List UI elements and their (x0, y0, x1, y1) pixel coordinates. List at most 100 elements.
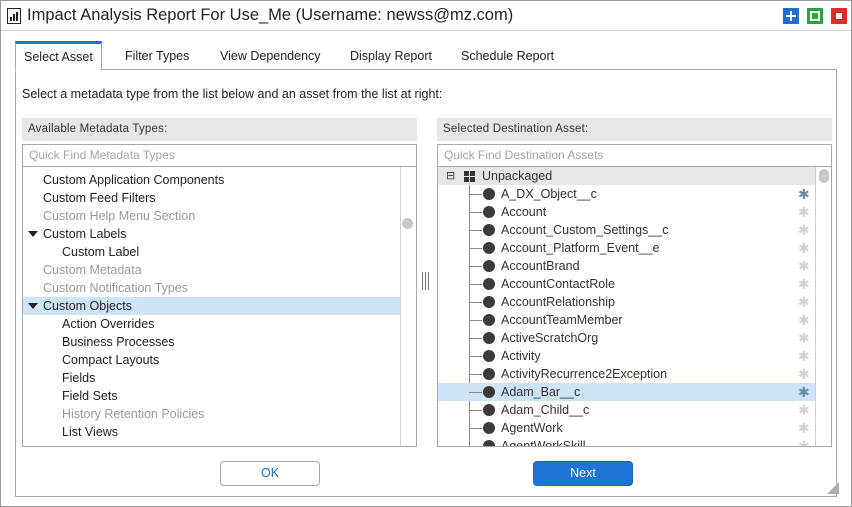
destination-asset-item[interactable]: A_DX_Object__c ✱ (438, 185, 815, 203)
object-bullet-icon (483, 350, 495, 362)
collapse-toggle-icon[interactable]: ⊟ (446, 167, 455, 185)
tree-root-label: Unpackaged (482, 169, 553, 183)
tree-branch (469, 338, 482, 339)
destination-asset-item[interactable]: AccountBrand ✱ (438, 257, 815, 275)
destination-asset-item[interactable]: ActivityRecurrence2Exception ✱ (438, 365, 815, 383)
tree-branch (469, 302, 482, 303)
tree-branch (469, 446, 482, 447)
scroll-thumb-icon[interactable] (402, 218, 413, 229)
metadata-type-label: List Views (62, 425, 119, 439)
asset-label: ActivityRecurrence2Exception (501, 367, 668, 381)
tree-branch (469, 230, 482, 231)
metadata-type-item[interactable]: Business Processes (23, 333, 400, 351)
object-bullet-icon (483, 260, 495, 272)
expand-triangle-icon[interactable] (28, 303, 38, 309)
destination-asset-item[interactable]: Account_Custom_Settings__c ✱ (438, 221, 815, 239)
metadata-search-input[interactable]: Quick Find Metadata Types (22, 144, 417, 167)
tab-schedule-report[interactable]: Schedule Report (453, 45, 562, 70)
object-bullet-icon (483, 368, 495, 380)
tab-display-report[interactable]: Display Report (342, 45, 440, 70)
favorite-star-icon[interactable]: ✱ (798, 365, 810, 383)
metadata-type-item[interactable]: List Views (23, 423, 400, 441)
asset-label: AccountContactRole (501, 277, 615, 291)
tree-branch (469, 212, 482, 213)
destination-asset-item[interactable]: AgentWork ✱ (438, 419, 815, 437)
metadata-type-item[interactable]: Custom Help Menu Section (23, 207, 400, 225)
favorite-star-icon[interactable]: ✱ (798, 257, 810, 275)
destination-assets-list[interactable]: ⊟ Unpackaged A_DX_Object__c ✱ Account ✱ Acco… (437, 167, 832, 447)
destination-asset-item[interactable]: Account_Platform_Event__e ✱ (438, 239, 815, 257)
favorite-star-icon[interactable]: ✱ (798, 383, 810, 401)
destination-scroll-thumb[interactable] (819, 169, 829, 183)
favorite-star-icon[interactable]: ✱ (798, 221, 810, 239)
metadata-type-label: Compact Layouts (62, 353, 160, 367)
expand-triangle-icon[interactable] (28, 231, 38, 237)
tab-bar: Select Asset Filter Types View Dependenc… (15, 40, 837, 71)
ok-button[interactable]: OK (220, 461, 320, 486)
metadata-types-list[interactable]: Custom Application Components Custom Feed… (22, 167, 417, 447)
tree-branch (469, 248, 482, 249)
favorite-star-icon[interactable]: ✱ (798, 437, 810, 446)
object-bullet-icon (483, 224, 495, 236)
destination-asset-item[interactable]: Adam_Child__c ✱ (438, 401, 815, 419)
asset-label: Account_Custom_Settings__c (501, 223, 669, 237)
tab-view-dependency[interactable]: View Dependency (212, 45, 329, 70)
destination-list-scrollbar[interactable] (815, 167, 831, 446)
asset-label: AccountTeamMember (501, 313, 623, 327)
destination-asset-item[interactable]: AccountRelationship ✱ (438, 293, 815, 311)
tree-branch (469, 194, 482, 195)
maximize-icon[interactable] (783, 8, 799, 24)
metadata-type-item[interactable]: Custom Labels (23, 225, 400, 243)
destination-asset-item[interactable]: AccountTeamMember ✱ (438, 311, 815, 329)
metadata-type-item[interactable]: Custom Application Components (23, 171, 400, 189)
metadata-type-item[interactable]: Fields (23, 369, 400, 387)
metadata-type-label: Fields (62, 371, 96, 385)
favorite-star-icon[interactable]: ✱ (798, 293, 810, 311)
resize-grip-icon[interactable] (827, 482, 839, 494)
asset-label: A_DX_Object__c (501, 187, 597, 201)
destination-asset-item[interactable]: AgentWorkSkill ✱ (438, 437, 815, 447)
metadata-type-item[interactable]: Custom Objects (23, 297, 400, 315)
metadata-type-item[interactable]: Action Overrides (23, 315, 400, 333)
favorite-star-icon[interactable]: ✱ (798, 239, 810, 257)
tab-select-asset[interactable]: Select Asset (15, 41, 102, 71)
restore-icon[interactable] (807, 8, 823, 24)
favorite-star-icon[interactable]: ✱ (798, 203, 810, 221)
favorite-star-icon[interactable]: ✱ (798, 401, 810, 419)
favorite-star-icon[interactable]: ✱ (798, 275, 810, 293)
tree-root-unpackaged[interactable]: ⊟ Unpackaged (438, 167, 815, 185)
asset-label: ActiveScratchOrg (501, 331, 599, 345)
tab-filter-types[interactable]: Filter Types (117, 45, 197, 70)
metadata-type-label: Business Processes (62, 335, 175, 349)
tree-branch (469, 392, 482, 393)
favorite-star-icon[interactable]: ✱ (798, 329, 810, 347)
window-title: Impact Analysis Report For Use_Me (Usern… (27, 6, 514, 24)
metadata-type-item[interactable]: Field Sets (23, 387, 400, 405)
metadata-type-item[interactable]: Custom Notification Types (23, 279, 400, 297)
favorite-star-icon[interactable]: ✱ (798, 185, 810, 203)
metadata-type-label: Custom Feed Filters (43, 191, 156, 205)
asset-label: Account (501, 205, 547, 219)
destination-asset-item[interactable]: ActiveScratchOrg ✱ (438, 329, 815, 347)
destination-search-input[interactable]: Quick Find Destination Assets (437, 144, 832, 167)
favorite-star-icon[interactable]: ✱ (798, 311, 810, 329)
favorite-star-icon[interactable]: ✱ (798, 347, 810, 365)
destination-asset-item[interactable]: Account ✱ (438, 203, 815, 221)
next-button[interactable]: Next (533, 461, 633, 486)
close-icon[interactable] (831, 8, 847, 24)
metadata-type-item[interactable]: History Retention Policies (23, 405, 400, 423)
destination-asset-item[interactable]: Activity ✱ (438, 347, 815, 365)
asset-label: Activity (501, 349, 541, 363)
metadata-list-scrollbar[interactable] (400, 167, 416, 446)
metadata-type-item[interactable]: Compact Layouts (23, 351, 400, 369)
metadata-type-item[interactable]: Custom Feed Filters (23, 189, 400, 207)
object-bullet-icon (483, 332, 495, 344)
metadata-type-item[interactable]: Custom Label (23, 243, 400, 261)
panel-splitter[interactable] (421, 272, 431, 290)
asset-label: AccountRelationship (501, 295, 615, 309)
metadata-type-label: Custom Objects (43, 299, 132, 313)
destination-asset-item[interactable]: Adam_Bar__c ✱ (438, 383, 815, 401)
metadata-type-item[interactable]: Custom Metadata (23, 261, 400, 279)
destination-asset-item[interactable]: AccountContactRole ✱ (438, 275, 815, 293)
favorite-star-icon[interactable]: ✱ (798, 419, 810, 437)
